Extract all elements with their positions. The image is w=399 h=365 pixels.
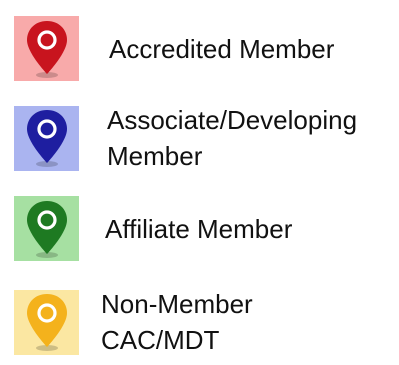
legend-label: Non-Member CAC/MDT — [101, 286, 253, 358]
legend-label-line: Associate/Developing — [107, 105, 358, 135]
legend-swatch — [14, 289, 79, 355]
yellow-map-pin-icon — [26, 294, 67, 351]
legend-swatch — [14, 105, 79, 171]
legend-label-line: Accredited Member — [109, 33, 335, 64]
legend-item-affiliate-member: Affiliate Member — [14, 196, 292, 261]
legend-label-line: Affiliate Member — [105, 213, 293, 244]
legend-label-line: Non-Member — [101, 289, 253, 319]
legend-label: Associate/Developing Member — [107, 102, 357, 174]
map-legend: Accredited Member Associate/Developing M… — [0, 0, 399, 365]
legend-label-line: CAC/MDT — [101, 325, 220, 355]
legend-label: Affiliate Member — [105, 211, 292, 247]
green-map-pin-icon — [26, 200, 67, 258]
red-map-pin-icon — [26, 20, 67, 78]
legend-item-associate-developing-member: Associate/Developing Member — [14, 102, 357, 174]
legend-item-accredited-member: Accredited Member — [14, 16, 334, 81]
legend-item-non-member-cac-mdt: Non-Member CAC/MDT — [14, 286, 253, 358]
legend-label-line: Member — [107, 141, 203, 171]
blue-map-pin-icon — [26, 110, 67, 167]
legend-label: Accredited Member — [109, 31, 334, 67]
legend-swatch — [14, 196, 79, 261]
legend-swatch — [14, 16, 79, 81]
